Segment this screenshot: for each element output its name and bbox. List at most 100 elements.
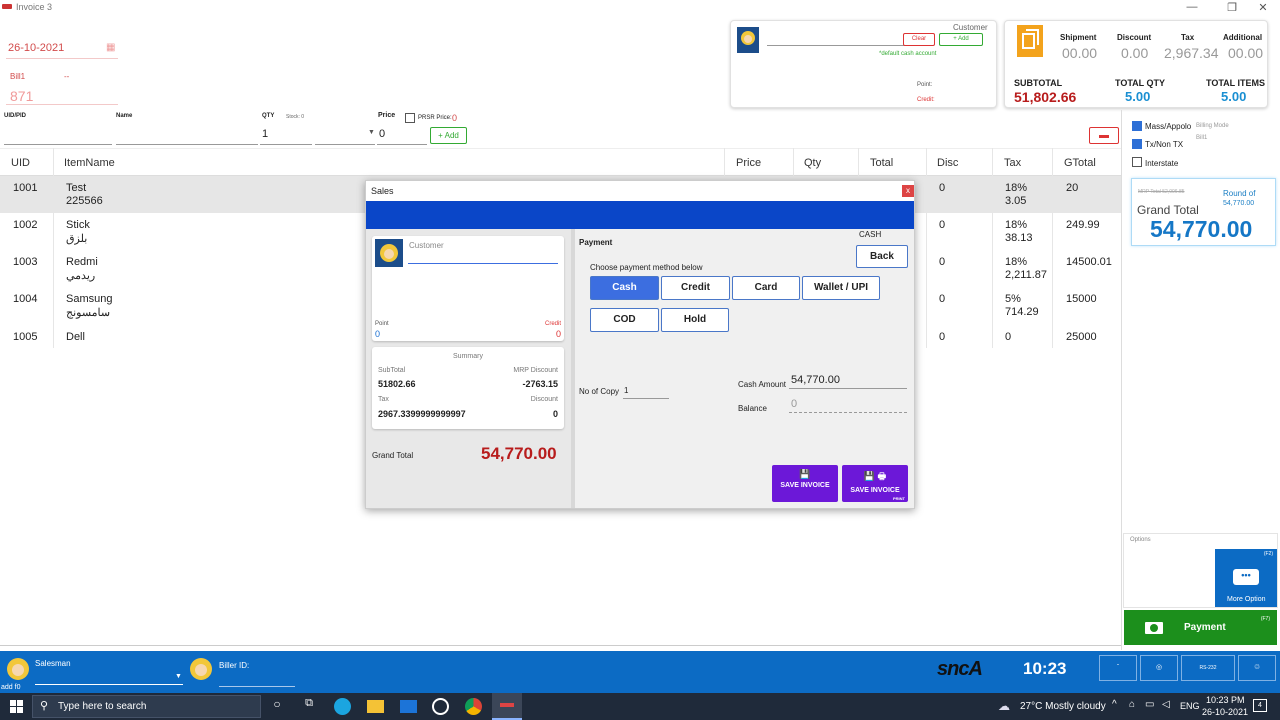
chat-icon: ••• <box>1233 569 1259 585</box>
card-method-button[interactable]: Card <box>732 276 800 300</box>
total-qty-value: 5.00 <box>1125 89 1151 104</box>
taskbar-time[interactable]: 10:23 PM <box>1206 695 1245 705</box>
additional-label: Additional <box>1223 33 1263 42</box>
prsr-label: PRSR Price: <box>418 115 452 121</box>
prsr-checkbox[interactable] <box>405 113 415 123</box>
wallet-upi-method-button[interactable]: Wallet / UPI <box>802 276 880 300</box>
price-label: Price <box>378 112 396 119</box>
delete-icon[interactable]: ▬ <box>1089 127 1119 144</box>
taskbar-search-box[interactable]: ⚲ Type here to search <box>32 695 261 718</box>
bar-button-2[interactable]: ◎ <box>1140 655 1178 681</box>
task-view-icon[interactable]: ⧉ <box>302 697 316 719</box>
qty-input[interactable]: 1 <box>262 128 268 140</box>
cortana-icon[interactable]: ○ <box>270 697 284 719</box>
col-qty[interactable]: Qty <box>804 157 821 169</box>
summary-discount-value: 0 <box>552 409 558 419</box>
tx-checkbox[interactable] <box>1132 139 1142 149</box>
summary-label: Summary <box>453 353 483 360</box>
customer-avatar <box>737 27 759 53</box>
discount-value: 0.00 <box>1121 45 1149 61</box>
col-uid[interactable]: UID <box>11 157 30 169</box>
tx-label: Tx/Non TX <box>1145 140 1184 149</box>
uid-input[interactable] <box>4 144 112 145</box>
hold-method-button[interactable]: Hold <box>661 308 729 332</box>
edge-icon[interactable] <box>334 698 351 715</box>
chrome-icon[interactable] <box>465 698 482 715</box>
rs232-button[interactable]: RS-232 <box>1181 655 1235 681</box>
tray-chevron-icon[interactable]: ^ <box>1112 699 1117 710</box>
round-of-label: Round of <box>1223 189 1256 198</box>
cash-method-button[interactable]: Cash <box>590 276 659 300</box>
name-label: Name <box>116 113 133 119</box>
language-indicator[interactable]: ENG <box>1180 701 1200 711</box>
col-itemname[interactable]: ItemName <box>64 157 115 169</box>
taskbar-date[interactable]: 26-10-2021 <box>1202 707 1248 717</box>
round-of-value: 54,770.00 <box>1223 200 1255 207</box>
row-uid: 1003 <box>13 256 38 268</box>
salesman-chevron-icon[interactable]: ▼ <box>175 673 182 680</box>
dialog-close-button[interactable]: x <box>902 185 914 197</box>
unit-select[interactable] <box>315 144 375 145</box>
price-input[interactable]: 0 <box>379 128 385 140</box>
dialog-titlebar: Sales x <box>366 181 914 201</box>
salesman-select[interactable] <box>35 684 183 685</box>
notifications-icon[interactable]: 4 <box>1253 699 1267 712</box>
mass-appolo-checkbox[interactable] <box>1132 121 1142 131</box>
close-button[interactable]: ✕ <box>1253 1 1273 14</box>
active-app-icon[interactable] <box>492 693 522 720</box>
network-icon[interactable]: ⌂ <box>1129 699 1135 710</box>
col-tax[interactable]: Tax <box>1004 157 1021 169</box>
bar-button-1[interactable]: ˇ <box>1099 655 1137 681</box>
windows-start-icon[interactable] <box>10 700 23 713</box>
search-icon: ⚲ <box>40 700 49 712</box>
dialog-credit-label: Credit <box>544 321 561 327</box>
volume-icon[interactable]: ◁ <box>1162 699 1170 710</box>
mail-icon[interactable] <box>400 700 417 713</box>
payment-button[interactable]: Payment (F7) <box>1124 610 1277 645</box>
col-total[interactable]: Total <box>870 157 893 169</box>
add-customer-button[interactable]: + Add <box>939 33 983 46</box>
save-invoice-button[interactable]: 💾 SAVE INVOICE <box>772 465 838 502</box>
minimize-button[interactable]: — <box>1182 1 1202 13</box>
save-print-invoice-button[interactable]: 💾 🖶 SAVE INVOICE PRINT <box>842 465 908 502</box>
row-uid: 1005 <box>13 331 38 343</box>
col-disc[interactable]: Disc <box>937 157 958 169</box>
biller-input[interactable] <box>219 686 295 687</box>
row-gtotal: 14500.01 <box>1066 256 1112 268</box>
summary-tax-value: 2967.3399999999997 <box>378 409 466 419</box>
app-logo <box>2 4 12 9</box>
customer-input[interactable] <box>767 45 907 46</box>
interstate-checkbox[interactable] <box>1132 157 1142 167</box>
taskbar-search-placeholder: Type here to search <box>58 701 147 712</box>
file-explorer-icon[interactable] <box>367 700 384 713</box>
clear-button[interactable]: Clear <box>903 33 935 46</box>
dialog-customer-input[interactable] <box>408 263 558 264</box>
battery-icon[interactable]: ▭ <box>1145 699 1154 710</box>
copies-input[interactable]: 1 <box>624 386 628 395</box>
cash-amount-input[interactable]: 54,770.00 <box>791 374 840 386</box>
maximize-button[interactable]: ❐ <box>1222 1 1242 14</box>
more-option-button[interactable]: (F2) ••• More Option <box>1215 549 1277 607</box>
title-bar: Invoice 3 — ❐ ✕ <box>0 0 1280 16</box>
cod-method-button[interactable]: COD <box>590 308 659 332</box>
payment-shortcut: (F7) <box>1260 616 1270 622</box>
calendar-icon[interactable]: ▦ <box>106 42 115 53</box>
additional-value[interactable]: 00.00 <box>1228 45 1263 61</box>
credit-method-button[interactable]: Credit <box>661 276 730 300</box>
bar-button-4[interactable]: ♲ <box>1238 655 1276 681</box>
col-price[interactable]: Price <box>736 157 761 169</box>
col-gtotal[interactable]: GTotal <box>1064 157 1096 169</box>
dell-icon[interactable] <box>432 698 449 715</box>
add-item-button[interactable]: + Add <box>430 127 467 144</box>
invoice-date[interactable]: 26-10-2021 <box>8 42 64 54</box>
row-uid: 1001 <box>13 182 38 194</box>
row-gtotal: 15000 <box>1066 293 1097 305</box>
weather-text[interactable]: 27°C Mostly cloudy <box>1020 701 1106 712</box>
totals-card: Shipment 00.00 Discount 0.00 Tax 2,967.3… <box>1004 20 1268 108</box>
chevron-down-icon[interactable]: ▼ <box>368 129 375 136</box>
name-input[interactable] <box>116 144 258 145</box>
back-button[interactable]: Back <box>856 245 908 268</box>
bill-number[interactable]: 871 <box>10 88 33 104</box>
summary-card: Summary SubTotal 51802.66 MRP Discount -… <box>372 347 564 429</box>
copies-label: No of Copy <box>579 387 620 396</box>
